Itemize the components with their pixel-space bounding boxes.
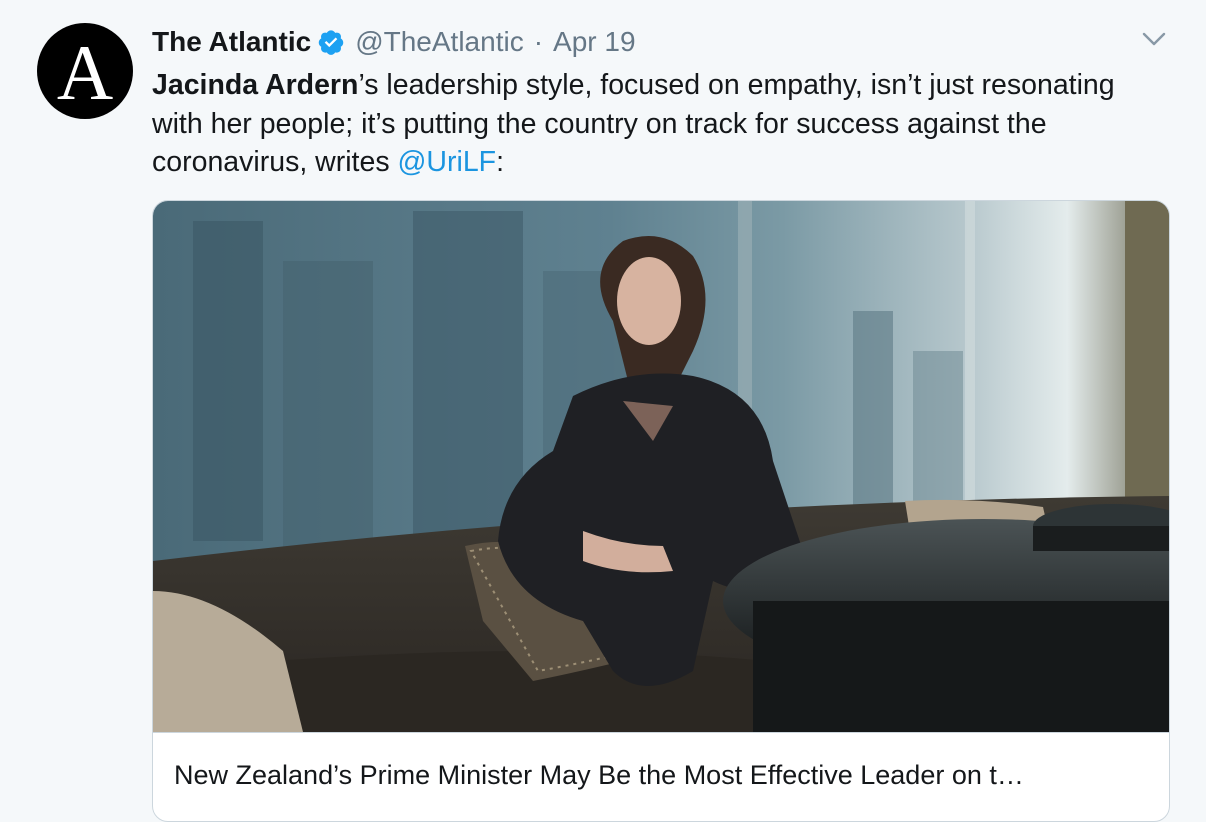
card-image[interactable] xyxy=(153,201,1169,732)
link-card[interactable]: New Zealand’s Prime Minister May Be the … xyxy=(152,200,1170,822)
avatar-logo-letter: A xyxy=(56,29,114,116)
mention-link[interactable]: @UriLF xyxy=(398,146,497,178)
tweet-text: Jacinda Ardern’s leadership style, focus… xyxy=(152,66,1162,182)
tweet-text-end: : xyxy=(496,146,505,178)
card-title[interactable]: New Zealand’s Prime Minister May Be the … xyxy=(174,757,1154,793)
user-handle[interactable]: @TheAtlantic xyxy=(355,26,524,58)
verified-badge-icon xyxy=(318,30,344,55)
display-name[interactable]: The Atlantic xyxy=(152,26,311,58)
tweet-text-bold-name: Jacinda Ardern xyxy=(152,69,359,101)
chevron-down-icon[interactable] xyxy=(1140,28,1168,50)
avatar[interactable]: A xyxy=(37,23,133,119)
tweet[interactable]: A The Atlantic @TheAtlantic · Apr 19 Jac… xyxy=(0,0,1206,822)
tweet-header: The Atlantic @TheAtlantic · Apr 19 xyxy=(152,22,636,62)
header-separator: · xyxy=(533,26,544,57)
tweet-date[interactable]: Apr 19 xyxy=(553,26,636,58)
card-divider xyxy=(153,732,1169,733)
